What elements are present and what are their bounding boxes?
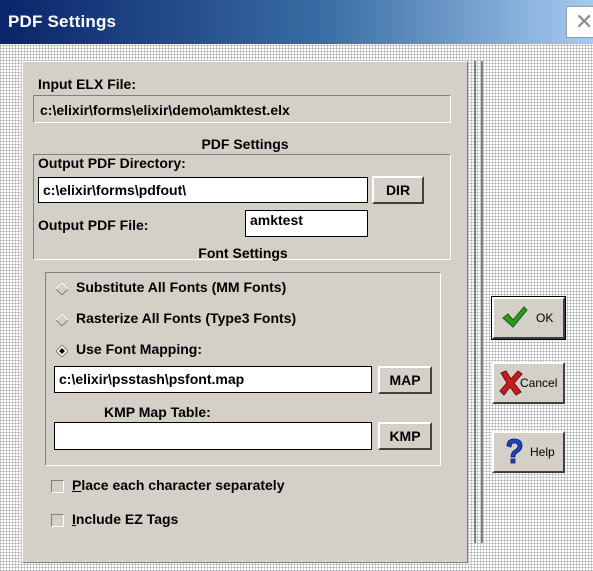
input-elx-label: Input ELX File: [38, 76, 136, 92]
place-chars-label: Place each character separately [72, 477, 285, 493]
divider-right [481, 61, 483, 543]
use-font-mapping-label: Use Font Mapping: [76, 341, 202, 357]
place-chars-checkbox[interactable] [51, 480, 64, 493]
dialog-client-area: Input ELX File: c:\elixir\forms\elixir\d… [0, 44, 593, 571]
help-label: Help [530, 445, 555, 459]
font-settings-group: Substitute All Fonts (MM Fonts) Rasteriz… [45, 272, 441, 466]
radio-use-font-mapping[interactable] [56, 345, 68, 357]
title-bar[interactable]: PDF Settings ✕ [0, 0, 593, 44]
output-dir-label: Output PDF Directory: [38, 155, 186, 171]
input-elx-field: c:\elixir\forms\elixir\demo\amktest.elx [33, 95, 451, 123]
checkmark-icon [502, 306, 528, 328]
kmp-button[interactable]: KMP [378, 422, 432, 450]
close-icon: ✕ [575, 9, 593, 34]
window-title: PDF Settings [8, 12, 117, 31]
font-settings-heading: Font Settings [198, 245, 288, 261]
substitute-fonts-label: Substitute All Fonts (MM Fonts) [76, 279, 287, 295]
kmp-map-label: KMP Map Table: [104, 404, 211, 420]
cancel-label: Cancel [520, 376, 558, 390]
font-map-input[interactable]: c:\elixir\psstash\psfont.map [54, 366, 372, 393]
close-button[interactable]: ✕ [566, 6, 593, 38]
output-dir-input[interactable]: c:\elixir\forms\pdfout\ [38, 177, 368, 203]
divider-left [474, 61, 476, 543]
help-button[interactable]: Help [492, 431, 565, 473]
radio-substitute-fonts[interactable] [56, 283, 68, 295]
output-file-label: Output PDF File: [38, 217, 149, 233]
dir-button[interactable]: DIR [372, 176, 424, 204]
pdf-settings-dialog: PDF Settings ✕ Input ELX File: c:\elixir… [0, 0, 593, 571]
settings-panel: Input ELX File: c:\elixir\forms\elixir\d… [22, 61, 468, 563]
pdf-settings-group: Output PDF Directory: c:\elixir\forms\pd… [33, 154, 451, 261]
question-mark-icon [506, 438, 523, 464]
radio-rasterize-fonts[interactable] [56, 314, 68, 326]
rasterize-fonts-label: Rasterize All Fonts (Type3 Fonts) [76, 310, 297, 326]
pdf-settings-heading: PDF Settings [201, 136, 289, 152]
cancel-button[interactable]: Cancel [492, 362, 565, 404]
include-ez-tags-label: Include EZ Tags [72, 511, 179, 527]
kmp-map-input[interactable] [54, 422, 372, 450]
include-ez-tags-checkbox[interactable] [51, 514, 64, 527]
output-file-input[interactable]: amktest [245, 210, 368, 237]
ok-button[interactable]: OK [491, 296, 566, 340]
ok-label: OK [536, 311, 554, 325]
map-button[interactable]: MAP [378, 366, 432, 394]
